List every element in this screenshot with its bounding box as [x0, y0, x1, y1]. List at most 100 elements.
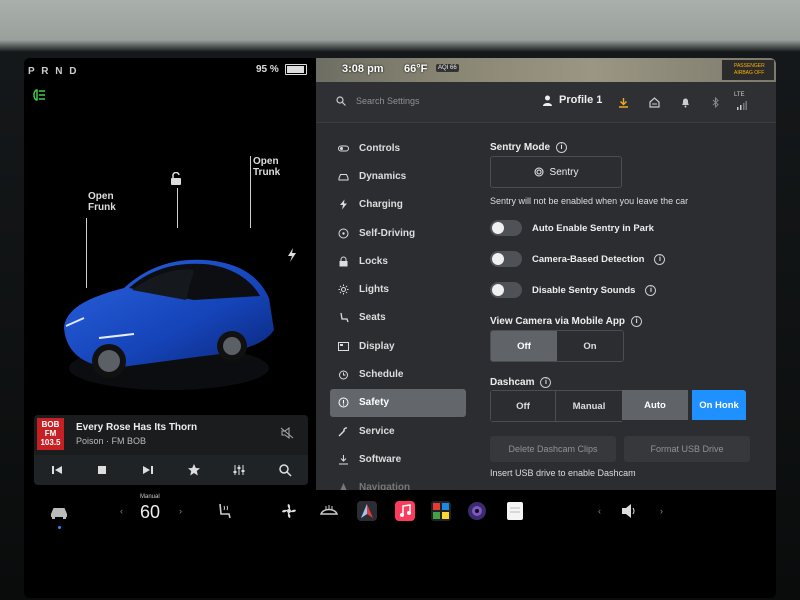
dashcam-off[interactable]: Off [490, 390, 556, 422]
nav-dynamics[interactable]: Dynamics [330, 162, 466, 190]
download-icon[interactable] [618, 97, 629, 108]
dashcam-segmented: Off Manual Auto On Honk [490, 390, 746, 422]
navigation-app-icon[interactable] [356, 500, 378, 522]
sentry-mode-label: Sentry Mode [490, 142, 551, 153]
open-frunk-button[interactable]: Open Frunk [88, 191, 116, 213]
volume-up-arrow[interactable]: › [660, 506, 663, 516]
nav-label: Software [359, 453, 402, 465]
dashcam-heading: Dashcam i [490, 377, 552, 388]
dashcam-auto[interactable]: Auto [622, 390, 688, 420]
dashcam-manual[interactable]: Manual [556, 390, 622, 422]
volume-icon[interactable] [618, 500, 640, 522]
nav-controls[interactable]: Controls [330, 134, 466, 162]
next-track-icon[interactable] [141, 463, 155, 477]
nav-service[interactable]: Service [330, 417, 466, 445]
nav-lights[interactable]: Lights [330, 275, 466, 303]
mini-map-strip[interactable]: 3:08 pm 66°F AQI 66 PASSENGER AIRBAG OFF [316, 58, 776, 82]
display-icon [338, 341, 349, 351]
media-player: BOB FM 103.5 Every Rose Has Its Thorn Po… [34, 415, 308, 485]
seat-icon [340, 313, 349, 323]
dashcam-label: Dashcam [490, 377, 535, 388]
nav-self-driving[interactable]: Self-Driving [330, 219, 466, 247]
app-launcher-icon[interactable] [430, 500, 452, 522]
view-camera-off[interactable]: Off [491, 331, 557, 361]
disable-sentry-sounds-row: Disable Sentry Sounds i [490, 282, 657, 298]
equalizer-icon[interactable] [232, 463, 246, 477]
profile-button[interactable]: Profile 1 [542, 94, 602, 106]
sun-icon [338, 284, 349, 295]
info-icon[interactable]: i [540, 377, 552, 388]
nav-label: Service [359, 425, 395, 437]
nav-locks[interactable]: Locks [330, 247, 466, 275]
settings-nav: Controls Dynamics Charging Self-Driving … [330, 134, 466, 502]
nav-label: Dynamics [359, 170, 407, 182]
homelink-icon[interactable] [649, 97, 660, 108]
nav-schedule[interactable]: Schedule [330, 360, 466, 388]
defrost-icon[interactable] [318, 500, 340, 522]
previous-track-icon[interactable] [50, 463, 64, 477]
nav-software[interactable]: Software [330, 445, 466, 473]
nav-label: Seats [359, 312, 386, 324]
auto-enable-sentry-row: Auto Enable Sentry in Park [490, 220, 654, 236]
info-icon[interactable]: i [654, 253, 666, 265]
clock-icon [339, 370, 348, 380]
car-model-image [64, 259, 274, 390]
active-indicator [58, 526, 61, 529]
camera-detection-toggle[interactable] [490, 251, 522, 267]
sentry-button[interactable]: Sentry [490, 156, 622, 188]
gear-indicator: P R N D [28, 66, 79, 77]
nav-seats[interactable]: Seats [330, 304, 466, 332]
nav-safety[interactable]: Safety [330, 388, 466, 417]
car-status-panel: P R N D 95 % Open Frunk Open Trunk BOB F… [24, 58, 316, 488]
info-icon[interactable]: i [631, 316, 643, 327]
format-usb-button[interactable]: Format USB Drive [624, 436, 750, 462]
mute-icon[interactable] [280, 427, 294, 439]
settings-panel: 3:08 pm 66°F AQI 66 PASSENGER AIRBAG OFF… [316, 58, 776, 493]
disable-sentry-sounds-toggle[interactable] [490, 282, 522, 298]
notification-bell-icon[interactable] [680, 97, 691, 108]
dashcam-on-honk[interactable]: On Honk [692, 390, 746, 420]
delete-dashcam-clips-button[interactable]: Delete Dashcam Clips [490, 436, 616, 462]
volume-down-arrow[interactable]: ‹ [598, 506, 601, 516]
temp-up-arrow[interactable]: › [179, 506, 182, 516]
info-icon[interactable]: i [556, 142, 568, 153]
cabin-temperature[interactable]: 60 [140, 502, 160, 523]
auto-enable-sentry-toggle[interactable] [490, 220, 522, 236]
stop-icon[interactable] [95, 463, 109, 477]
info-icon[interactable]: i [645, 284, 657, 296]
view-camera-on[interactable]: On [557, 331, 623, 361]
battery-fill [286, 66, 304, 73]
search-icon [336, 96, 346, 106]
favorite-star-icon[interactable] [187, 463, 201, 477]
fan-icon[interactable] [278, 500, 300, 522]
media-controls [34, 455, 308, 485]
search-settings-field[interactable]: Search Settings [336, 96, 420, 106]
temp-down-arrow[interactable]: ‹ [120, 506, 123, 516]
nav-label: Charging [359, 199, 403, 211]
car-icon [338, 173, 349, 181]
search-placeholder: Search Settings [356, 96, 420, 106]
signal-strength-icon [737, 101, 747, 110]
nav-charging[interactable]: Charging [330, 191, 466, 219]
media-search-icon[interactable] [278, 463, 292, 477]
nav-label: Schedule [359, 369, 404, 381]
car-menu-icon[interactable] [48, 500, 70, 522]
charge-port-icon[interactable] [287, 248, 297, 262]
sentry-mode-heading: Sentry Mode i [490, 142, 568, 153]
battery-percent: 95 % [256, 64, 279, 75]
usb-note: Insert USB drive to enable Dashcam [490, 468, 636, 478]
seat-heater-icon[interactable] [214, 500, 236, 522]
sentry-note: Sentry will not be enabled when you leav… [490, 196, 689, 206]
temp-mode: Manual [140, 494, 160, 500]
sentry-eye-icon [534, 167, 544, 177]
camera-app-icon[interactable] [466, 500, 488, 522]
nav-display[interactable]: Display [330, 332, 466, 360]
view-camera-segmented: Off On [490, 330, 624, 362]
bluetooth-icon[interactable] [710, 97, 721, 108]
open-trunk-button[interactable]: Open Trunk [253, 156, 280, 178]
music-app-icon[interactable] [394, 500, 416, 522]
outside-temperature: 66°F [404, 63, 428, 75]
bottom-dock: ‹ Manual 60 › ‹ › [24, 490, 776, 598]
unlock-icon[interactable] [170, 172, 182, 185]
notes-app-icon[interactable] [504, 500, 526, 522]
